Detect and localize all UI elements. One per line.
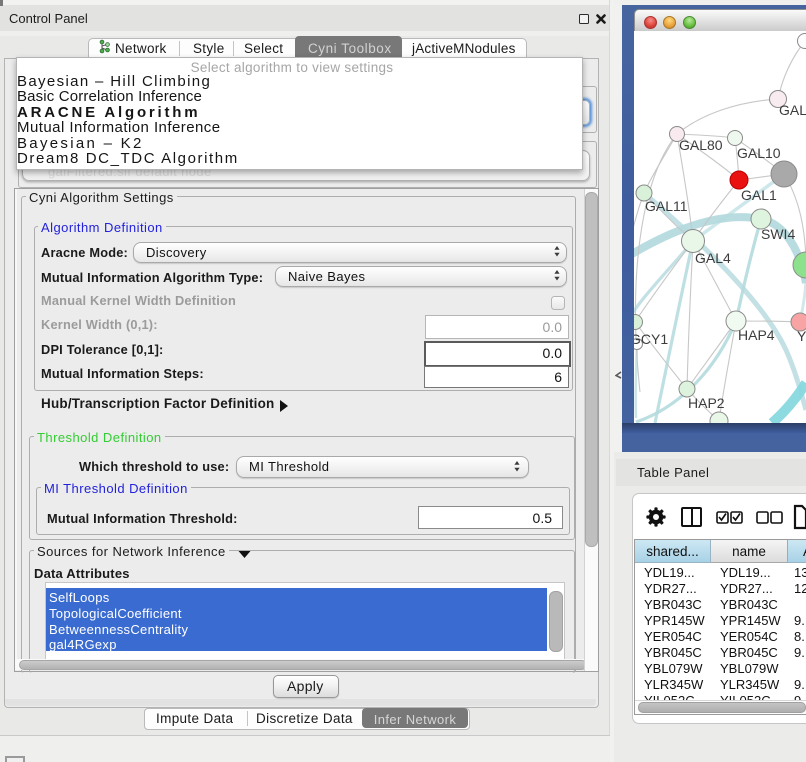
- svg-text:GCY1: GCY1: [634, 331, 668, 347]
- svg-text:HAP4: HAP4: [738, 327, 775, 343]
- svg-text:GAL10: GAL10: [737, 145, 781, 161]
- svg-text:GAL1: GAL1: [741, 187, 777, 203]
- svg-text:GAL11: GAL11: [645, 198, 688, 214]
- svg-text:GAL7: GAL7: [779, 102, 806, 118]
- svg-text:HAP2: HAP2: [688, 395, 725, 411]
- svg-text:GAL4: GAL4: [695, 250, 731, 266]
- svg-text:Y: Y: [797, 328, 806, 344]
- svg-text:GAL80: GAL80: [679, 137, 723, 153]
- svg-text:SWI4: SWI4: [761, 226, 795, 242]
